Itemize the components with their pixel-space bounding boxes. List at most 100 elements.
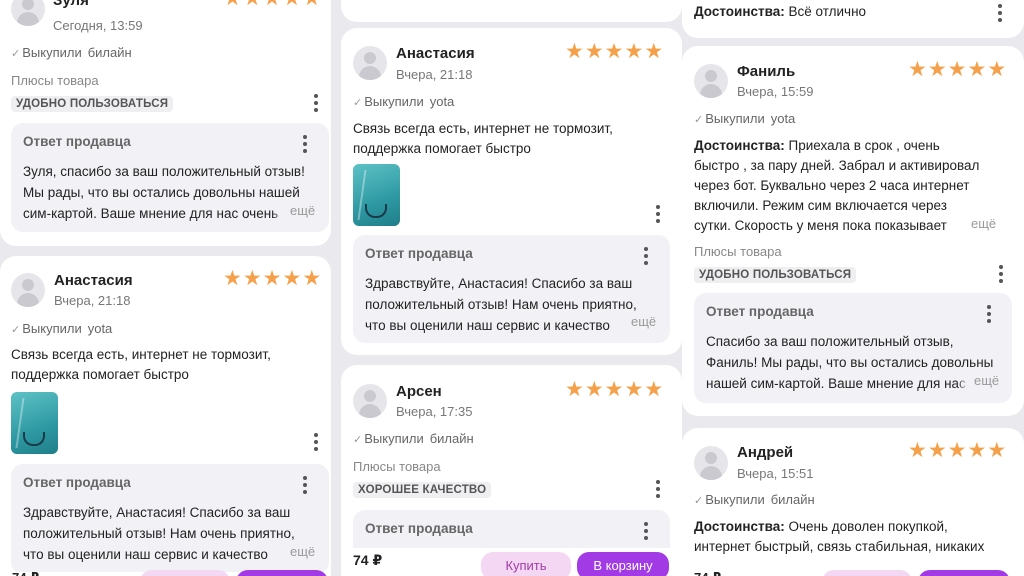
seller-reply-title: Ответ продавца xyxy=(365,246,473,261)
review-menu-icon[interactable] xyxy=(998,265,1004,285)
reviewer-name: Фаниль xyxy=(737,63,796,80)
rating-stars: ★★★★★ xyxy=(907,59,1006,81)
more-link[interactable]: ещё xyxy=(272,544,316,559)
seller-reply-title: Ответ продавца xyxy=(23,475,131,490)
reply-menu-icon[interactable] xyxy=(302,135,308,155)
star-icon: ★ xyxy=(263,0,282,10)
rating-stars: ★★★★★ xyxy=(222,268,321,290)
reply-menu-icon[interactable] xyxy=(302,476,308,496)
buy-now-button[interactable] xyxy=(140,570,230,576)
review-column-2: Анастасия Вчера, 21:18 ★★★★★ ✓ Выкупили yo… xyxy=(341,0,682,576)
review-menu-icon[interactable] xyxy=(313,433,319,453)
buy-now-button[interactable] xyxy=(822,570,912,576)
reviewer-name: Анастасия xyxy=(396,45,475,62)
review-date: Сегодня, 13:59 xyxy=(53,18,143,33)
add-to-cart-button[interactable]: В корзину xyxy=(577,552,669,576)
review-menu-icon[interactable] xyxy=(313,94,319,114)
seller-reply: Ответ продавца Зуля, спасибо за ваш поло… xyxy=(11,123,329,232)
star-icon: ★ xyxy=(565,40,584,63)
pros-label: Плюсы товара xyxy=(11,73,99,88)
review-card-anastasia: Анастасия Вчера, 21:18 ★★★★★ ✓ Выкупили yo… xyxy=(0,256,331,576)
review-text: Связь всегда есть, интернет не тормозит,… xyxy=(11,347,271,382)
review-menu-icon[interactable] xyxy=(655,480,661,500)
reviewer-name: Анастасия xyxy=(54,272,133,289)
star-icon: ★ xyxy=(644,378,664,401)
check-icon: ✓ xyxy=(11,324,21,336)
star-icon: ★ xyxy=(908,58,927,81)
carrier-name: билайн xyxy=(770,492,815,507)
more-link[interactable]: ещё xyxy=(613,314,657,329)
check-icon: ✓ xyxy=(11,48,21,60)
pros-tag: УДОБНО ПОЛЬЗОВАТЬСЯ xyxy=(11,96,174,112)
avatar xyxy=(353,384,387,418)
review-date: Вчера, 15:59 xyxy=(737,84,814,99)
star-icon: ★ xyxy=(987,58,1007,81)
review-card-anastasia: Анастасия Вчера, 21:18 ★★★★★ ✓ Выкупили yo… xyxy=(341,28,682,355)
review-card-andrey: Андрей Вчера, 15:51 ★★★★★ ✓ Выкупили билай… xyxy=(682,428,1024,576)
rating-stars: ★★★★★ xyxy=(564,41,663,63)
pros-text-label: Достоинства: xyxy=(694,4,785,19)
reviewer-name: Арсен xyxy=(396,383,442,400)
star-icon: ★ xyxy=(947,439,967,462)
star-icon: ★ xyxy=(242,267,262,290)
bottom-purchase-bar: 74 ₽ xyxy=(0,570,331,576)
review-menu-icon[interactable] xyxy=(655,205,661,225)
review-text: Достоинства: Всё отлично xyxy=(694,4,867,19)
purchase-info: ✓ Выкупили билайн xyxy=(353,431,474,446)
pros-label: Плюсы товара xyxy=(694,244,782,259)
star-icon: ★ xyxy=(282,0,301,10)
reply-menu-icon[interactable] xyxy=(643,247,649,267)
rating-stars: ★★★★★ xyxy=(907,440,1006,462)
review-photo[interactable] xyxy=(353,164,400,226)
pros-text-label: Достоинства: xyxy=(694,519,785,534)
review-date: Вчера, 15:51 xyxy=(737,466,814,481)
pros-text-label: Достоинства: xyxy=(694,138,785,153)
review-menu-icon[interactable] xyxy=(997,4,1003,24)
check-icon: ✓ xyxy=(694,114,704,126)
review-column-3: Достоинства: Всё отлично Фаниль Вчера, 1… xyxy=(682,0,1024,576)
avatar xyxy=(353,46,387,80)
review-photo[interactable] xyxy=(11,392,58,454)
review-card-previous: Достоинства: Всё отлично xyxy=(682,0,1024,38)
review-column-1: Зуля Сегодня, 13:59 ★★★★★ ✓Выкупилибилай… xyxy=(0,0,331,576)
seller-reply-text: Здравствуйте, Анастасия! Спасибо за ваш … xyxy=(365,276,637,333)
seller-reply-text: Здравствуйте, Анастасия! Спасибо за ваш … xyxy=(23,505,295,562)
star-icon: ★ xyxy=(302,0,321,10)
more-link[interactable]: ещё xyxy=(272,203,316,218)
star-icon: ★ xyxy=(967,58,987,81)
review-date: Вчера, 17:35 xyxy=(396,404,473,419)
rating-stars: ★★★★★ xyxy=(222,0,321,10)
buy-now-button[interactable]: Купить xyxy=(481,552,571,576)
add-to-cart-button[interactable] xyxy=(236,570,328,576)
star-icon: ★ xyxy=(604,40,624,63)
reply-menu-icon[interactable] xyxy=(643,522,649,542)
check-icon: ✓ xyxy=(353,97,363,109)
review-text: Достоинства: Приехала в срок , очень быс… xyxy=(694,138,980,233)
bottom-purchase-bar: 74 ₽ xyxy=(682,570,1024,576)
star-icon: ★ xyxy=(908,439,927,462)
reviewer-name: Зуля xyxy=(53,0,89,9)
bought-label: Выкупили xyxy=(705,111,765,126)
star-icon: ★ xyxy=(223,267,242,290)
bought-label: Выкупили xyxy=(364,431,424,446)
seller-reply: Ответ продавца Спасибо за ваш положитель… xyxy=(694,293,1012,403)
reviewer-name: Андрей xyxy=(737,444,794,461)
bought-label: Выкупили xyxy=(705,492,765,507)
pros-tag: ХОРОШЕЕ КАЧЕСТВО xyxy=(353,482,492,498)
avatar xyxy=(11,273,45,307)
purchase-info: ✓ Выкупили yota xyxy=(353,94,454,109)
carrier-name: билайн xyxy=(87,45,132,60)
purchase-info: ✓ Выкупили yota xyxy=(11,321,112,336)
reply-menu-icon[interactable] xyxy=(986,305,992,325)
purchase-info: ✓ Выкупили билайн xyxy=(694,492,815,507)
more-link[interactable]: ещё xyxy=(956,373,1000,388)
price: 74 ₽ xyxy=(12,570,39,576)
more-link[interactable]: ещё xyxy=(953,216,997,231)
review-date: Вчера, 21:18 xyxy=(396,67,473,82)
avatar xyxy=(694,446,728,480)
star-icon: ★ xyxy=(243,0,262,10)
check-icon: ✓ xyxy=(353,434,363,446)
add-to-cart-button[interactable] xyxy=(918,570,1010,576)
bottom-purchase-bar: 74 ₽ Купить В корзину xyxy=(341,548,682,576)
star-icon: ★ xyxy=(565,378,584,401)
